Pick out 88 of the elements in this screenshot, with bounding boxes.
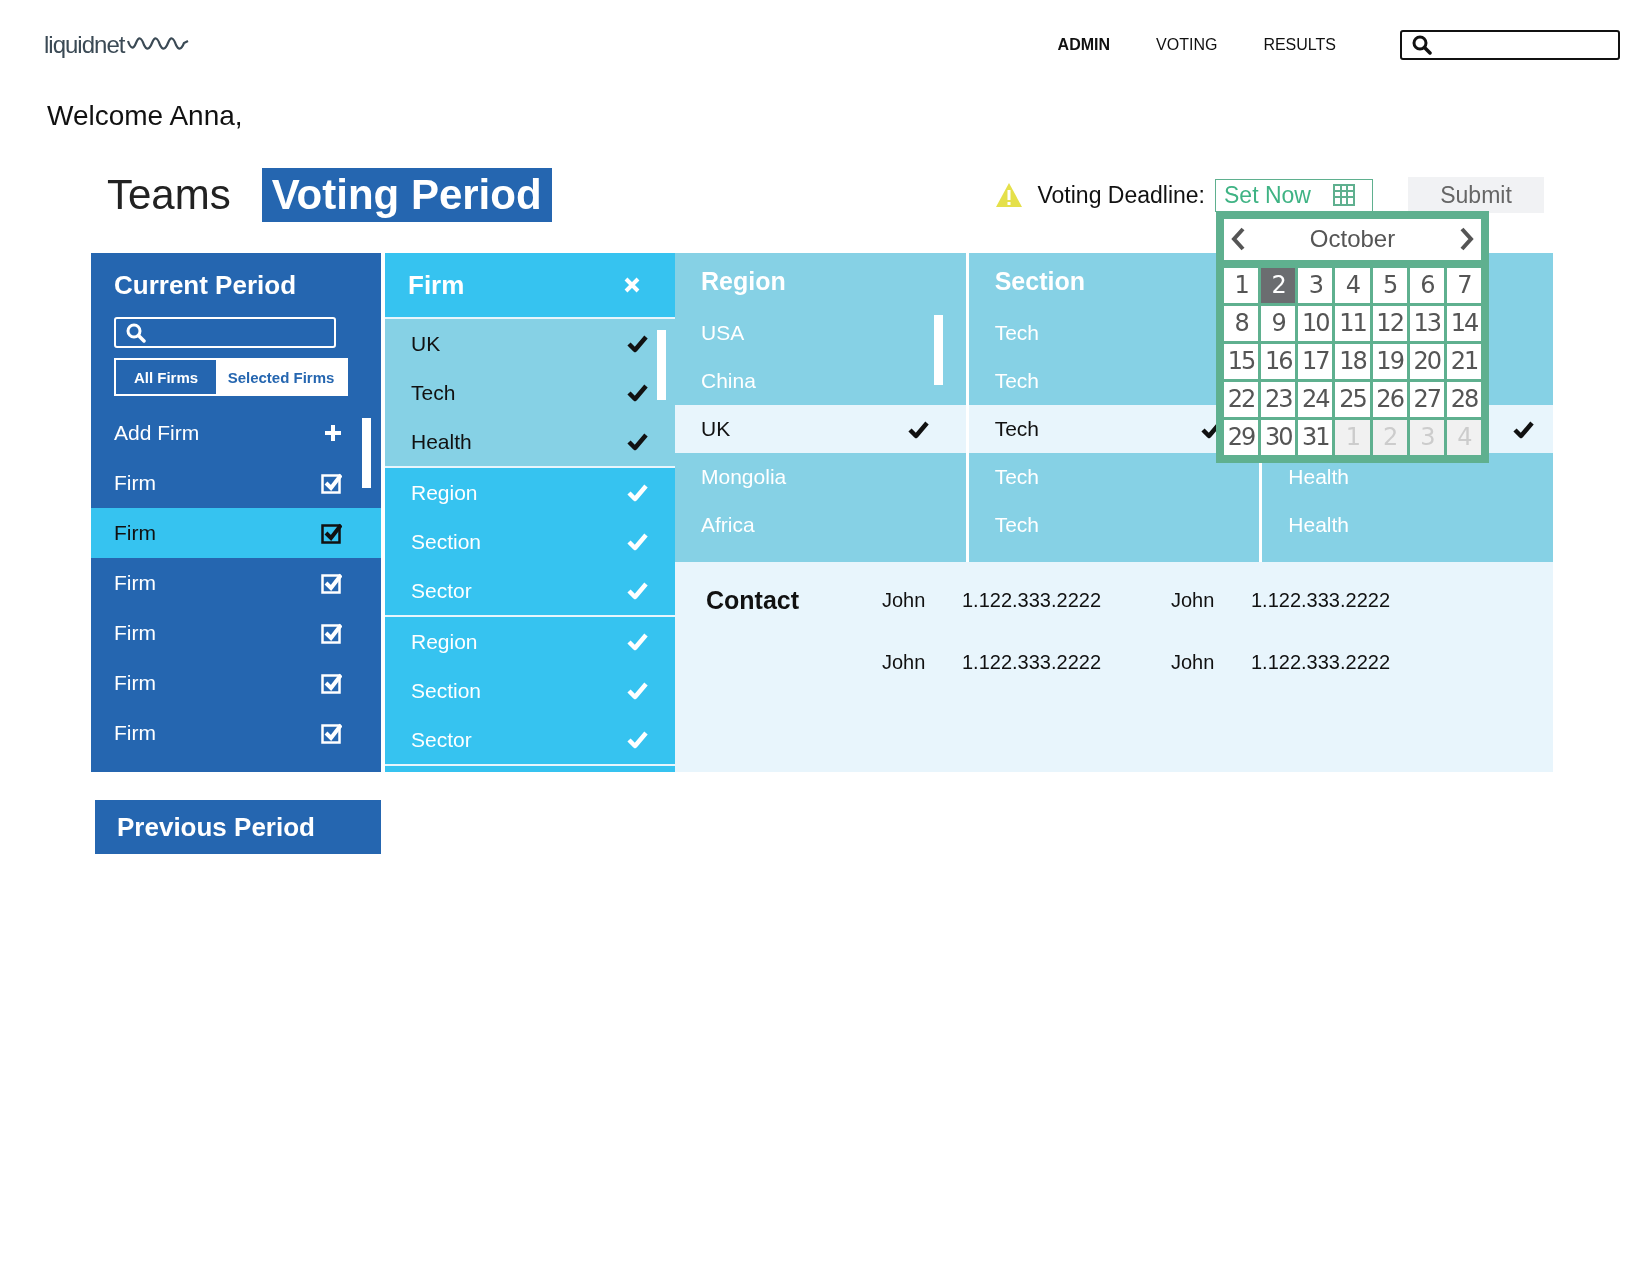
contact-name: John <box>882 588 927 612</box>
calendar-day[interactable]: 28 <box>1446 381 1481 417</box>
calendar-day[interactable]: 8 <box>1224 305 1259 341</box>
calendar-day[interactable]: 31 <box>1298 419 1333 455</box>
filter-item[interactable]: UK <box>411 331 441 356</box>
calendar-day[interactable]: 16 <box>1261 343 1296 379</box>
panel-title: Current Period <box>113 269 298 302</box>
chevron-right-icon <box>1459 227 1475 251</box>
search-field[interactable] <box>1400 30 1620 60</box>
previous-period-button[interactable]: Previous Period <box>95 800 381 854</box>
calendar-day[interactable]: 9 <box>1261 305 1296 341</box>
firm-name: Firm <box>114 471 156 495</box>
contact-title: Contact <box>706 585 801 615</box>
nav-link[interactable]: VOTING <box>1156 36 1218 54</box>
nav-link[interactable]: RESULTS <box>1263 36 1336 54</box>
check-icon <box>907 419 930 439</box>
calendar-day[interactable]: 23 <box>1261 381 1296 417</box>
calendar-day[interactable]: 15 <box>1224 343 1259 379</box>
check-icon <box>1513 419 1535 439</box>
calendar-day[interactable]: 26 <box>1372 381 1407 417</box>
calendar-day[interactable]: 4 <box>1335 267 1370 303</box>
search-icon <box>1412 35 1432 55</box>
contact-phone: 1.122.333.2222 <box>962 650 1103 674</box>
column-title: Region <box>701 267 786 295</box>
deadline-label: Voting Deadline: <box>1037 181 1205 209</box>
panel-title: Firm <box>408 269 465 302</box>
scrollbar-thumb[interactable] <box>934 315 943 385</box>
calendar-day[interactable]: 19 <box>1372 343 1407 379</box>
filter-tab[interactable]: Selected Firms <box>216 360 346 394</box>
firm-name: Firm <box>114 521 156 545</box>
firm-list-item[interactable]: Firm <box>91 708 381 758</box>
tab[interactable]: Teams <box>98 167 240 223</box>
calendar-day[interactable]: 21 <box>1446 343 1481 379</box>
calendar-day[interactable]: 2 <box>1261 267 1296 303</box>
chevron-left-icon <box>1230 227 1246 251</box>
plus-icon <box>324 424 342 442</box>
firm-list-item[interactable]: Firm <box>91 608 381 658</box>
filter-item[interactable]: Health <box>411 429 472 454</box>
contact-phone: 1.122.333.2222 <box>1251 650 1392 674</box>
firm-name: Firm <box>114 621 156 645</box>
firm-list-item[interactable]: Firm <box>91 508 381 558</box>
calendar-day[interactable]: 24 <box>1298 381 1333 417</box>
calendar-day[interactable]: 3 <box>1298 267 1333 303</box>
calendar-day[interactable]: 22 <box>1224 381 1259 417</box>
close-icon <box>624 277 640 293</box>
calendar-day[interactable]: 12 <box>1372 305 1407 341</box>
nav-link[interactable]: ADMIN <box>1057 36 1111 54</box>
column-title: Section <box>994 267 1085 295</box>
firm-name: Firm <box>114 721 156 745</box>
list-item[interactable]: Tech <box>994 417 1040 441</box>
list-item[interactable]: UK <box>701 417 731 441</box>
contact-name: John <box>882 650 927 674</box>
firm-list-item[interactable]: Firm <box>91 458 381 508</box>
scrollbar-thumb[interactable] <box>362 418 371 488</box>
warning-icon <box>995 182 1024 208</box>
contact-phone: 1.122.333.2222 <box>962 588 1103 612</box>
firm-list-item[interactable]: Firm <box>91 658 381 708</box>
contact-name: John <box>1171 588 1216 612</box>
calendar-day[interactable]: 10 <box>1298 305 1333 341</box>
contact-phone: 1.122.333.2222 <box>1251 588 1392 612</box>
calendar-day[interactable]: 13 <box>1409 305 1444 341</box>
contact-name: John <box>1171 650 1216 674</box>
firm-list-item[interactable]: Firm <box>91 558 381 608</box>
calendar-day[interactable]: 11 <box>1335 305 1370 341</box>
calendar-icon <box>1332 184 1355 206</box>
search-icon <box>126 322 146 343</box>
calendar-day[interactable]: 1 <box>1224 267 1259 303</box>
add-firm-button[interactable]: Add Firm <box>91 408 381 458</box>
tab[interactable]: Voting Period <box>261 168 552 222</box>
firm-name: Firm <box>114 571 156 595</box>
calendar-day[interactable]: 7 <box>1446 267 1481 303</box>
submit-button[interactable]: Submit <box>1408 177 1544 213</box>
calendar-day[interactable]: 5 <box>1372 267 1407 303</box>
scrollbar-thumb[interactable] <box>657 330 666 400</box>
firm-name: Firm <box>114 671 156 695</box>
calendar-day[interactable]: 25 <box>1335 381 1370 417</box>
calendar-day[interactable]: 14 <box>1446 305 1481 341</box>
calendar-day[interactable]: 17 <box>1298 343 1333 379</box>
logo[interactable]: liquidnet <box>44 31 191 59</box>
month-label: October <box>1309 225 1396 253</box>
calendar-day[interactable]: 18 <box>1335 343 1370 379</box>
welcome-text: Welcome Anna, <box>47 99 244 133</box>
calendar-day[interactable]: 20 <box>1409 343 1444 379</box>
calendar-day[interactable]: 29 <box>1224 419 1259 455</box>
filter-item[interactable]: Tech <box>411 380 456 405</box>
calendar-day[interactable]: 30 <box>1261 419 1296 455</box>
calendar-day[interactable]: 6 <box>1409 267 1444 303</box>
calendar-day[interactable]: 27 <box>1409 381 1444 417</box>
